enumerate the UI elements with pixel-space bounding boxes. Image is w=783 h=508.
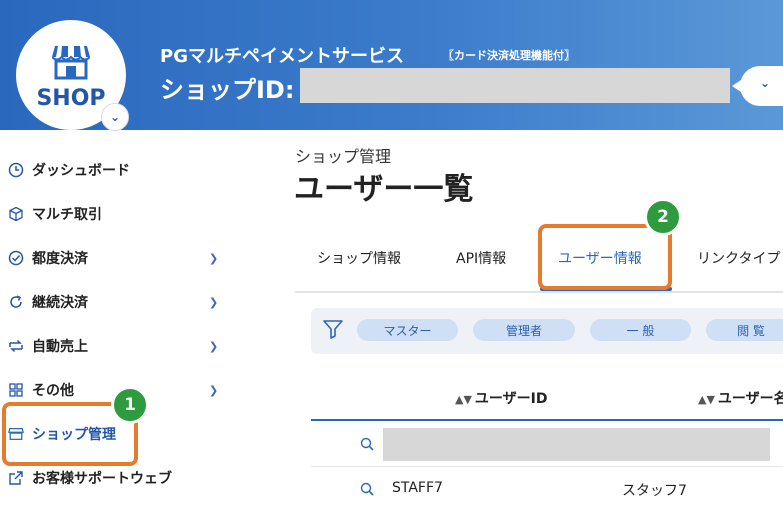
tab-shop-info[interactable]: ショップ情報: [317, 225, 401, 291]
user-menu-chevron-icon[interactable]: ⌄: [760, 76, 770, 90]
table-header-divider: [311, 419, 783, 421]
sort-icon: ▲▼: [698, 393, 715, 406]
filter-chip-admin[interactable]: 管理者: [473, 319, 575, 341]
tab-link-type[interactable]: リンクタイプ: [697, 225, 780, 291]
sidebar-item-label: その他: [32, 383, 74, 399]
shop-id-label: ショップID:: [160, 76, 295, 104]
chevron-down-icon[interactable]: ❯: [209, 252, 218, 265]
chevron-down-icon[interactable]: ❯: [209, 384, 218, 397]
sidebar-item-label: お客様サポートウェブ: [32, 471, 172, 487]
shop-id-value-masked: [300, 68, 730, 103]
sidebar-item-label: 都度決済: [32, 251, 88, 267]
refresh-icon: [8, 294, 24, 310]
swap-icon: [8, 338, 24, 354]
page-title: ユーザー一覧: [294, 172, 474, 207]
user-id-cell: STAFF7: [392, 480, 443, 496]
sidebar-item-label: ダッシュボード: [32, 163, 130, 179]
column-header-label: ユーザーID: [474, 391, 548, 407]
search-icon[interactable]: [360, 437, 374, 451]
cube-icon: [8, 206, 24, 222]
check-circle-icon: [8, 250, 24, 266]
sidebar-item-label: マルチ取引: [32, 207, 102, 223]
search-icon[interactable]: [360, 482, 374, 496]
sidebar-item-label: 継続決済: [32, 295, 88, 311]
brand-name: PGマルチペイメントサービス: [160, 46, 404, 67]
filter-icon[interactable]: [322, 318, 344, 340]
column-header-label: ユーザー名: [717, 391, 783, 407]
logo-chevron-down-icon[interactable]: ⌄: [101, 103, 129, 131]
chevron-down-icon[interactable]: ❯: [209, 296, 218, 309]
column-header-user-name[interactable]: ▲▼ ユーザー名: [698, 388, 783, 408]
user-id-cell-masked: [383, 428, 770, 461]
store-logo-icon: [52, 46, 90, 80]
callout-badge-2: 2: [644, 198, 682, 236]
filter-chip-general[interactable]: 一 般: [590, 319, 691, 341]
brand-subtitle: 〖カード決済処理機能付〗: [443, 49, 575, 62]
user-name-cell: スタッフ7: [622, 483, 687, 499]
sidebar-item-label: 自動売上: [32, 339, 88, 355]
filter-chip-view[interactable]: 閲 覧: [706, 319, 783, 341]
clock-icon: [8, 162, 24, 178]
tab-api-info[interactable]: API情報: [456, 225, 506, 291]
column-header-user-id[interactable]: ▲▼ ユーザーID: [455, 388, 547, 408]
callout-badge-1: 1: [111, 386, 149, 424]
chevron-down-icon[interactable]: ❯: [209, 340, 218, 353]
filter-chip-master[interactable]: マスター: [357, 319, 458, 341]
callout-highlight-user-info-tab: [538, 224, 672, 290]
sort-icon: ▲▼: [455, 393, 472, 406]
row-divider: [311, 466, 783, 467]
grid-icon: [8, 382, 24, 398]
external-link-icon: [8, 470, 24, 486]
app-header: SHOP ⌄ PGマルチペイメントサービス 〖カード決済処理機能付〗 ショップI…: [0, 0, 783, 131]
